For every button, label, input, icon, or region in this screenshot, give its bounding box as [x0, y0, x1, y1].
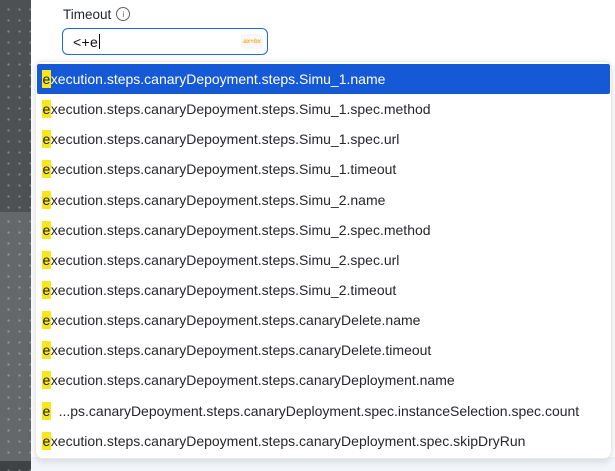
- dropdown-item-text: xecution.steps.canaryDepoyment.steps.Sim…: [51, 252, 400, 268]
- timeout-field-label: Timeout: [63, 7, 111, 22]
- match-highlight: e: [42, 221, 51, 239]
- dropdown-item-list: execution.steps.canaryDepoyment.steps.Si…: [37, 64, 610, 456]
- dropdown-item-text: xecution.steps.canaryDepoyment.steps.can…: [51, 372, 455, 388]
- canvas-dark-bottom-region: [0, 461, 31, 471]
- match-highlight: e: [42, 311, 51, 329]
- info-icon[interactable]: i: [116, 7, 130, 21]
- expression-autocomplete-dropdown: execution.steps.canaryDepoyment.steps.Si…: [35, 61, 612, 459]
- dropdown-item[interactable]: e ...ps.canaryDepoyment.steps.canaryDepl…: [37, 396, 610, 426]
- timeout-field-label-row: Timeout i: [63, 5, 130, 23]
- dropdown-item[interactable]: execution.steps.canaryDepoyment.steps.Si…: [37, 215, 610, 245]
- match-highlight: e: [42, 130, 51, 148]
- expression-type-badge[interactable]: ax+bx: [241, 34, 263, 49]
- panel-bottom-strip: [31, 457, 615, 471]
- match-highlight: e: [42, 251, 51, 269]
- dropdown-item[interactable]: execution.steps.canaryDepoyment.steps.ca…: [37, 365, 610, 395]
- dropdown-item-text: xecution.steps.canaryDepoyment.steps.Sim…: [51, 282, 397, 298]
- match-highlight: e: [42, 281, 51, 299]
- dropdown-item[interactable]: execution.steps.canaryDepoyment.steps.Si…: [37, 154, 610, 184]
- timeout-input[interactable]: <+e ax+bx: [62, 28, 268, 55]
- dropdown-item-text: xecution.steps.canaryDepoyment.steps.Sim…: [51, 161, 397, 177]
- dropdown-item[interactable]: execution.steps.canaryDepoyment.steps.ca…: [37, 426, 610, 456]
- dropdown-item[interactable]: execution.steps.canaryDepoyment.steps.ca…: [37, 335, 610, 365]
- dropdown-item[interactable]: execution.steps.canaryDepoyment.steps.Si…: [37, 245, 610, 275]
- text-caret: [99, 34, 100, 49]
- dropdown-item-text: xecution.steps.canaryDepoyment.steps.Sim…: [51, 71, 386, 87]
- dropdown-item-text: xecution.steps.canaryDepoyment.steps.Sim…: [51, 101, 431, 117]
- dropdown-item[interactable]: execution.steps.canaryDepoyment.steps.Si…: [37, 185, 610, 215]
- dropdown-item-text: xecution.steps.canaryDepoyment.steps.can…: [51, 342, 432, 358]
- dropdown-item[interactable]: execution.steps.canaryDepoyment.steps.Si…: [37, 64, 610, 94]
- dropdown-item-text: xecution.steps.canaryDepoyment.steps.can…: [51, 433, 526, 449]
- dropdown-item-text: xecution.steps.canaryDepoyment.steps.Sim…: [51, 131, 400, 147]
- match-highlight: e: [42, 100, 51, 118]
- match-highlight: e: [42, 371, 51, 389]
- dropdown-item-text: xecution.steps.canaryDepoyment.steps.can…: [51, 312, 421, 328]
- dropdown-item-text: xecution.steps.canaryDepoyment.steps.Sim…: [51, 222, 431, 238]
- dropdown-item-text: ...ps.canaryDepoyment.steps.canaryDeploy…: [51, 403, 579, 419]
- match-highlight: e: [42, 70, 51, 88]
- dropdown-item[interactable]: execution.steps.canaryDepoyment.steps.Si…: [37, 124, 610, 154]
- timeout-input-value: <+e: [63, 34, 98, 50]
- canvas-dotted-region: [0, 212, 31, 461]
- match-highlight: e: [42, 341, 51, 359]
- dropdown-item[interactable]: execution.steps.canaryDepoyment.steps.Si…: [37, 94, 610, 124]
- dropdown-item[interactable]: execution.steps.canaryDepoyment.steps.Si…: [37, 275, 610, 305]
- dropdown-item-text: xecution.steps.canaryDepoyment.steps.Sim…: [51, 192, 386, 208]
- match-highlight: e: [42, 191, 51, 209]
- canvas-dark-region: [0, 0, 31, 212]
- match-highlight: e: [42, 432, 51, 450]
- pipeline-canvas-strip: [0, 0, 31, 471]
- match-highlight: e: [42, 402, 51, 420]
- match-highlight: e: [42, 160, 51, 178]
- dropdown-item[interactable]: execution.steps.canaryDepoyment.steps.ca…: [37, 305, 610, 335]
